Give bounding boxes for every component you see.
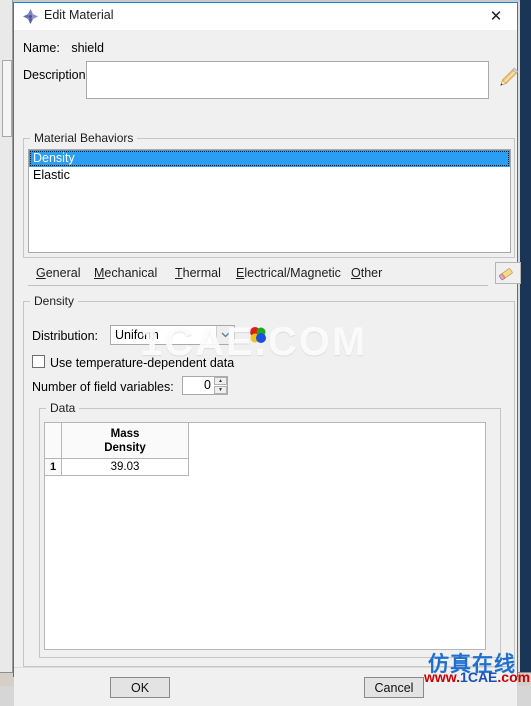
list-item-density[interactable]: Density [29, 150, 510, 167]
description-label: Description: [23, 68, 89, 82]
table-header-row: Mass Density [44, 422, 189, 459]
menu-rest-mechanical: echanical [104, 266, 158, 280]
spinner-down-icon[interactable]: ▼ [214, 386, 227, 394]
distribution-select[interactable]: Uniform [110, 325, 235, 345]
menu-rest-electrical: lectrical/Magnetic [244, 266, 341, 280]
menu-item-other[interactable]: Other [351, 266, 382, 280]
distribution-value: Uniform [115, 328, 159, 342]
material-behaviors-list[interactable]: Density Elastic [28, 149, 511, 253]
description-input[interactable] [86, 61, 489, 99]
menu-item-mechanical[interactable]: Mechanical [94, 266, 157, 280]
eraser-button[interactable] [495, 262, 521, 284]
spinner-up-icon[interactable]: ▲ [214, 377, 227, 385]
temp-dependent-checkbox-row[interactable]: Use temperature-dependent data [32, 355, 234, 370]
chevron-down-icon[interactable] [216, 326, 234, 344]
description-pencil-icon[interactable] [494, 65, 520, 93]
cancel-button[interactable]: Cancel [364, 677, 424, 698]
menu-item-electrical-magnetic[interactable]: Electrical/Magnetic [236, 266, 341, 280]
close-icon[interactable]: ✕ [475, 3, 517, 29]
table-row-number: 1 [44, 458, 62, 476]
table-row[interactable]: 1 39.03 [44, 458, 189, 476]
dialog-titlebar[interactable]: Edit Material ✕ [14, 3, 517, 31]
menu-accel-general: G [36, 266, 46, 280]
field-variables-value: 0 [204, 378, 211, 392]
color-sphere-icon[interactable] [247, 324, 269, 346]
table-column-header-mass-density[interactable]: Mass Density [61, 422, 189, 459]
name-value: shield [71, 41, 104, 55]
dialog-body: Name: shield Description: Material Behav… [14, 30, 521, 706]
edit-material-dialog: Edit Material ✕ Name: shield Description… [13, 2, 521, 706]
distribution-label: Distribution: [32, 329, 98, 343]
temp-dependent-label: Use temperature-dependent data [50, 356, 235, 370]
abaqus-diamond-icon [22, 8, 39, 25]
menu-accel-mechanical: M [94, 266, 105, 280]
material-behaviors-group-title: Material Behaviors [30, 131, 138, 145]
dialog-footer: OK Cancel [14, 667, 517, 706]
temp-dependent-checkbox[interactable] [32, 355, 45, 368]
background-left-tree-box [2, 60, 12, 137]
list-item-elastic[interactable]: Elastic [29, 167, 510, 184]
menu-rest-other: ther [360, 266, 383, 280]
field-variables-spin-buttons[interactable]: ▲ ▼ [214, 377, 227, 394]
menu-item-general[interactable]: General [36, 266, 80, 280]
density-group-title: Density [30, 294, 79, 308]
ok-button[interactable]: OK [110, 677, 170, 698]
name-row: Name: shield [23, 41, 104, 55]
data-group-title: Data [46, 401, 80, 415]
field-variables-label: Number of field variables: [32, 380, 174, 394]
menu-accel-thermal: T [175, 266, 183, 280]
menu-rest-thermal: hermal [182, 266, 221, 280]
behavior-menu-bar: General Mechanical Thermal Electrical/Ma… [28, 264, 488, 286]
menu-rest-general: eneral [45, 266, 81, 280]
menu-accel-other: O [351, 266, 361, 280]
menu-item-thermal[interactable]: Thermal [175, 266, 221, 280]
dialog-title: Edit Material [44, 8, 114, 22]
table-cell-mass-density[interactable]: 39.03 [61, 458, 189, 476]
background-right-strip [520, 0, 531, 685]
name-label: Name: [23, 41, 60, 55]
header-line-1: Mass [110, 427, 140, 440]
table-corner-cell [44, 422, 62, 459]
data-table[interactable]: Mass Density 1 39.03 [44, 422, 189, 476]
header-line-2: Density [104, 441, 146, 454]
field-variables-stepper[interactable]: 0 ▲ ▼ [182, 376, 228, 395]
